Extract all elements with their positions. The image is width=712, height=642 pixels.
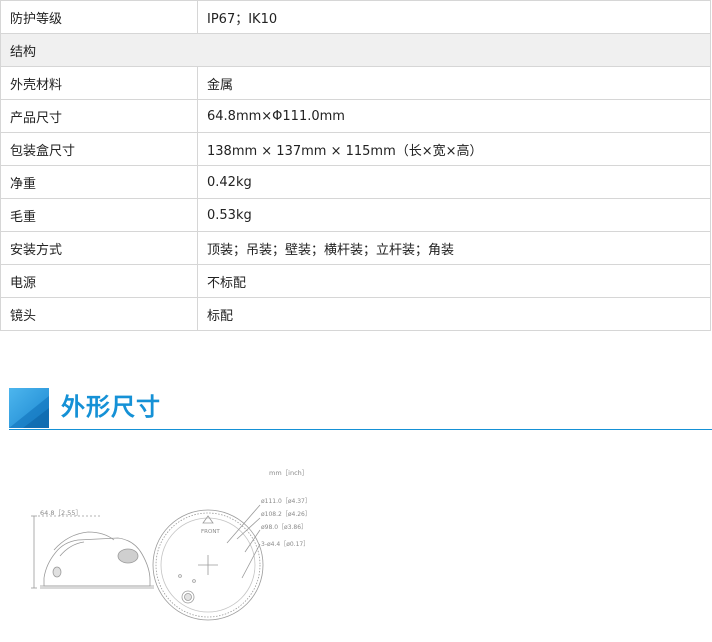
- spec-value: 64.8mm×Φ111.0mm: [197, 99, 711, 133]
- height-label: 64.8［2.55］: [40, 509, 82, 517]
- spec-section-row: 结构: [0, 33, 711, 67]
- front-label: FRONT: [201, 529, 220, 535]
- spec-key: 外壳材料: [0, 66, 198, 100]
- spec-value: 0.42kg: [197, 165, 711, 199]
- diameter-label-4: 3-ø4.4［ø0.17］: [261, 541, 309, 548]
- spec-row: 净重 0.42kg: [0, 165, 711, 199]
- spec-row: 电源 不标配: [0, 264, 711, 298]
- spec-row: 外壳材料 金属: [0, 66, 711, 100]
- section-title: 外形尺寸: [61, 393, 161, 421]
- section-label: 结构: [0, 33, 711, 67]
- dimension-drawing: mm［inch］ 64.8［2.55］ FRONT ø111.0［ø4.37］ …: [31, 469, 311, 621]
- spec-value: 不标配: [197, 264, 711, 298]
- spec-key: 净重: [0, 165, 198, 199]
- spec-key: 毛重: [0, 198, 198, 232]
- section-badge-icon: [9, 388, 49, 428]
- spec-key: 包装盒尺寸: [0, 132, 198, 166]
- spec-value: 标配: [197, 297, 711, 331]
- spec-key: 安装方式: [0, 231, 198, 265]
- spec-key: 防护等级: [0, 0, 198, 34]
- spec-row: 毛重 0.53kg: [0, 198, 711, 232]
- diameter-label-1: ø111.0［ø4.37］: [261, 498, 311, 505]
- unit-note: mm［inch］: [269, 469, 308, 477]
- section-divider: [9, 429, 712, 430]
- spec-value: 138mm × 137mm × 115mm（长×宽×高）: [197, 132, 711, 166]
- spec-key: 镜头: [0, 297, 198, 331]
- spec-value: 金属: [197, 66, 711, 100]
- side-view: [31, 515, 154, 589]
- spec-key: 电源: [0, 264, 198, 298]
- spec-value: 顶装；吊装；壁装；横杆装；立杆装；角装: [197, 231, 711, 265]
- spec-value: 0.53kg: [197, 198, 711, 232]
- dimensions-section-header: 外形尺寸: [9, 388, 712, 430]
- spec-row: 包装盒尺寸 138mm × 137mm × 115mm（长×宽×高）: [0, 132, 711, 166]
- spec-row: 防护等级 IP67；IK10: [0, 0, 711, 34]
- spec-key: 产品尺寸: [0, 99, 198, 133]
- top-view: [152, 504, 264, 621]
- diameter-label-3: ø98.0［ø3.86］: [261, 524, 307, 531]
- diameter-label-2: ø108.2［ø4.26］: [261, 511, 311, 518]
- spec-value: IP67；IK10: [197, 0, 711, 34]
- spec-row: 安装方式 顶装；吊装；壁装；横杆装；立杆装；角装: [0, 231, 711, 265]
- spec-row: 产品尺寸 64.8mm×Φ111.0mm: [0, 99, 711, 133]
- spec-table: 防护等级 IP67；IK10 结构 外壳材料 金属 产品尺寸 64.8mm×Φ111.0mm…: [0, 0, 711, 331]
- spec-row: 镜头 标配: [0, 297, 711, 331]
- spec-table-body: 防护等级 IP67；IK10 结构 外壳材料 金属 产品尺寸 64.8mm×Φ111.0mm…: [0, 0, 711, 331]
